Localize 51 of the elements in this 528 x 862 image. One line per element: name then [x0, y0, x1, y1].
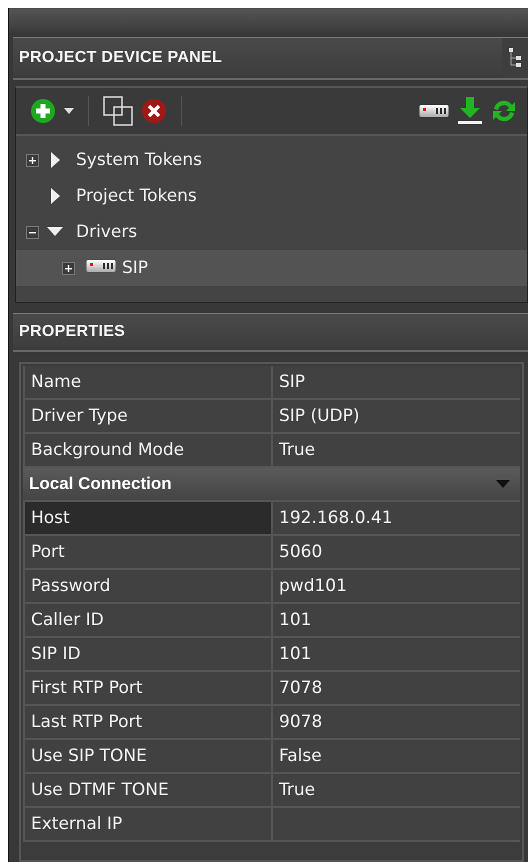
- tree-item[interactable]: Drivers: [16, 214, 527, 250]
- device-icon: [86, 259, 116, 274]
- property-value[interactable]: True: [271, 434, 520, 466]
- plus-box-icon[interactable]: [62, 262, 74, 275]
- property-value[interactable]: 7078: [271, 672, 520, 704]
- category-row[interactable]: Local Connection: [23, 468, 520, 502]
- device-icon[interactable]: [419, 104, 449, 118]
- property-value[interactable]: 5060: [271, 536, 520, 568]
- category-label: Local Connection: [29, 474, 172, 494]
- minus-box-icon[interactable]: [26, 226, 38, 239]
- plus-box-icon[interactable]: [26, 154, 38, 167]
- property-value[interactable]: False: [271, 740, 520, 772]
- download-icon[interactable]: [457, 97, 483, 126]
- property-name[interactable]: Use SIP TONE: [23, 740, 271, 772]
- tree-label: System Tokens: [75, 150, 202, 170]
- property-value[interactable]: 9078: [271, 706, 520, 738]
- property-name[interactable]: Name: [23, 366, 271, 398]
- property-name[interactable]: Port: [23, 536, 271, 568]
- delete-icon[interactable]: [141, 98, 167, 124]
- tree-label: SIP: [121, 258, 148, 278]
- property-name[interactable]: External IP: [23, 808, 271, 840]
- tree-label: Project Tokens: [75, 186, 197, 206]
- caret-right-icon[interactable]: [50, 188, 60, 204]
- property-value[interactable]: SIP (UDP): [271, 400, 520, 432]
- property-name[interactable]: Caller ID: [23, 604, 271, 636]
- property-name[interactable]: Password: [23, 570, 271, 602]
- panel-title: PROPERTIES: [18, 322, 126, 341]
- tree-item[interactable]: System Tokens: [16, 142, 527, 178]
- caret-down-icon[interactable]: [64, 108, 74, 114]
- duplicate-icon[interactable]: [103, 96, 133, 126]
- caret-right-icon[interactable]: [50, 152, 60, 168]
- panel-title: PROJECT DEVICE PANEL: [18, 49, 222, 68]
- property-name[interactable]: SIP ID: [23, 638, 271, 670]
- property-value[interactable]: SIP: [271, 366, 520, 398]
- tree-icon[interactable]: [508, 47, 522, 70]
- add-icon[interactable]: [30, 98, 56, 124]
- property-value[interactable]: 101: [271, 638, 520, 670]
- property-value[interactable]: 192.168.0.41: [271, 502, 520, 534]
- property-name[interactable]: Use DTMF TONE: [23, 774, 271, 806]
- caret-down-icon[interactable]: [47, 227, 63, 238]
- property-value[interactable]: pwd101: [271, 570, 520, 602]
- property-name[interactable]: Host: [23, 502, 271, 534]
- property-name[interactable]: Last RTP Port: [23, 706, 271, 738]
- property-value[interactable]: True: [271, 774, 520, 806]
- tree-item[interactable]: Project Tokens: [16, 178, 527, 214]
- property-name[interactable]: Background Mode: [23, 434, 271, 466]
- property-value[interactable]: 101: [271, 604, 520, 636]
- property-name[interactable]: Driver Type: [23, 400, 271, 432]
- tree-label: Drivers: [75, 222, 138, 242]
- property-name[interactable]: First RTP Port: [23, 672, 271, 704]
- tree-item[interactable]: SIP: [16, 250, 527, 286]
